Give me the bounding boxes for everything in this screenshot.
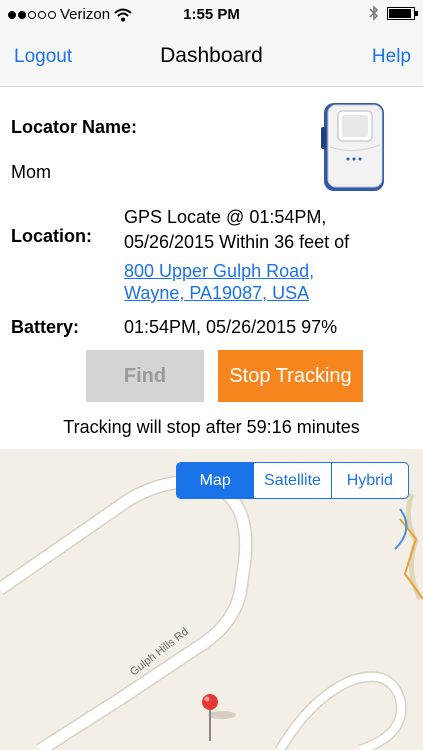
map-view[interactable]: Gulph Hills Rd Map Satellite Hybrid [0, 449, 423, 750]
status-bar: Verizon 1:55 PM [0, 0, 423, 30]
help-button[interactable]: Help [372, 46, 411, 68]
bluetooth-icon [369, 5, 379, 21]
status-right [369, 5, 418, 21]
locator-name-label: Locator Name: [11, 117, 138, 137]
location-line-2: 05/26/2015 Within 36 feet of [124, 232, 350, 252]
find-button[interactable]: Find [86, 350, 204, 402]
map-tab-hybrid[interactable]: Hybrid [330, 463, 408, 498]
battery-value: 01:54PM, 05/26/2015 97% [124, 317, 338, 337]
address-link-line-1[interactable]: 800 Upper Gulph Road, [124, 261, 314, 282]
map-type-segmented-control[interactable]: Map Satellite Hybrid [176, 462, 409, 499]
location-pin-icon[interactable] [202, 694, 218, 710]
tracking-countdown: Tracking will stop after 59:16 minutes [63, 417, 360, 437]
address-link-line-2[interactable]: Wayne, PA19087, USA [124, 283, 309, 304]
battery-label: Battery: [11, 317, 80, 337]
status-time: 1:55 PM [183, 6, 240, 23]
page-title: Dashboard [160, 44, 263, 67]
stop-tracking-button[interactable]: Stop Tracking [218, 350, 363, 402]
location-line-1: GPS Locate @ 01:54PM, [124, 207, 327, 227]
locator-name-value: Mom [11, 162, 51, 182]
battery-fill [389, 8, 411, 18]
map-tab-satellite[interactable]: Satellite [253, 463, 330, 498]
nav-bar: Logout Dashboard Help [0, 30, 423, 87]
locator-device-image [321, 103, 384, 191]
location-label: Location: [11, 226, 92, 246]
map-tab-map[interactable]: Map [177, 463, 254, 498]
locator-details: Locator Name: Mom Location: GPS Locate @… [0, 87, 423, 449]
battery-icon [387, 6, 418, 20]
